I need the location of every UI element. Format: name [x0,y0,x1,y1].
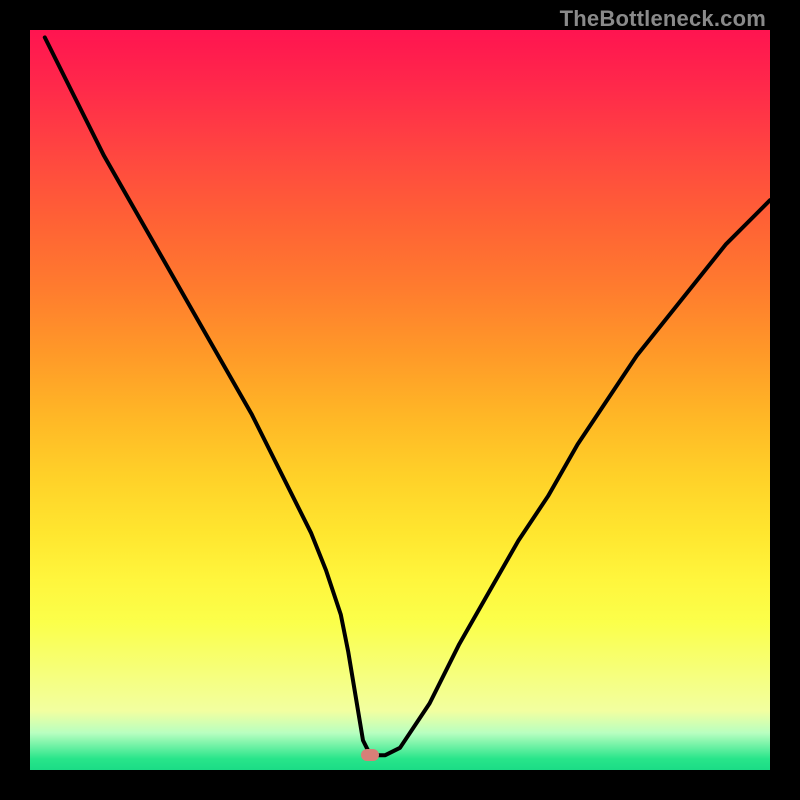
chart-frame: TheBottleneck.com [0,0,800,800]
optimal-marker [361,749,379,761]
curve-svg [30,30,770,770]
watermark: TheBottleneck.com [560,6,766,32]
plot-area [30,30,770,770]
bottleneck-curve [45,37,770,755]
